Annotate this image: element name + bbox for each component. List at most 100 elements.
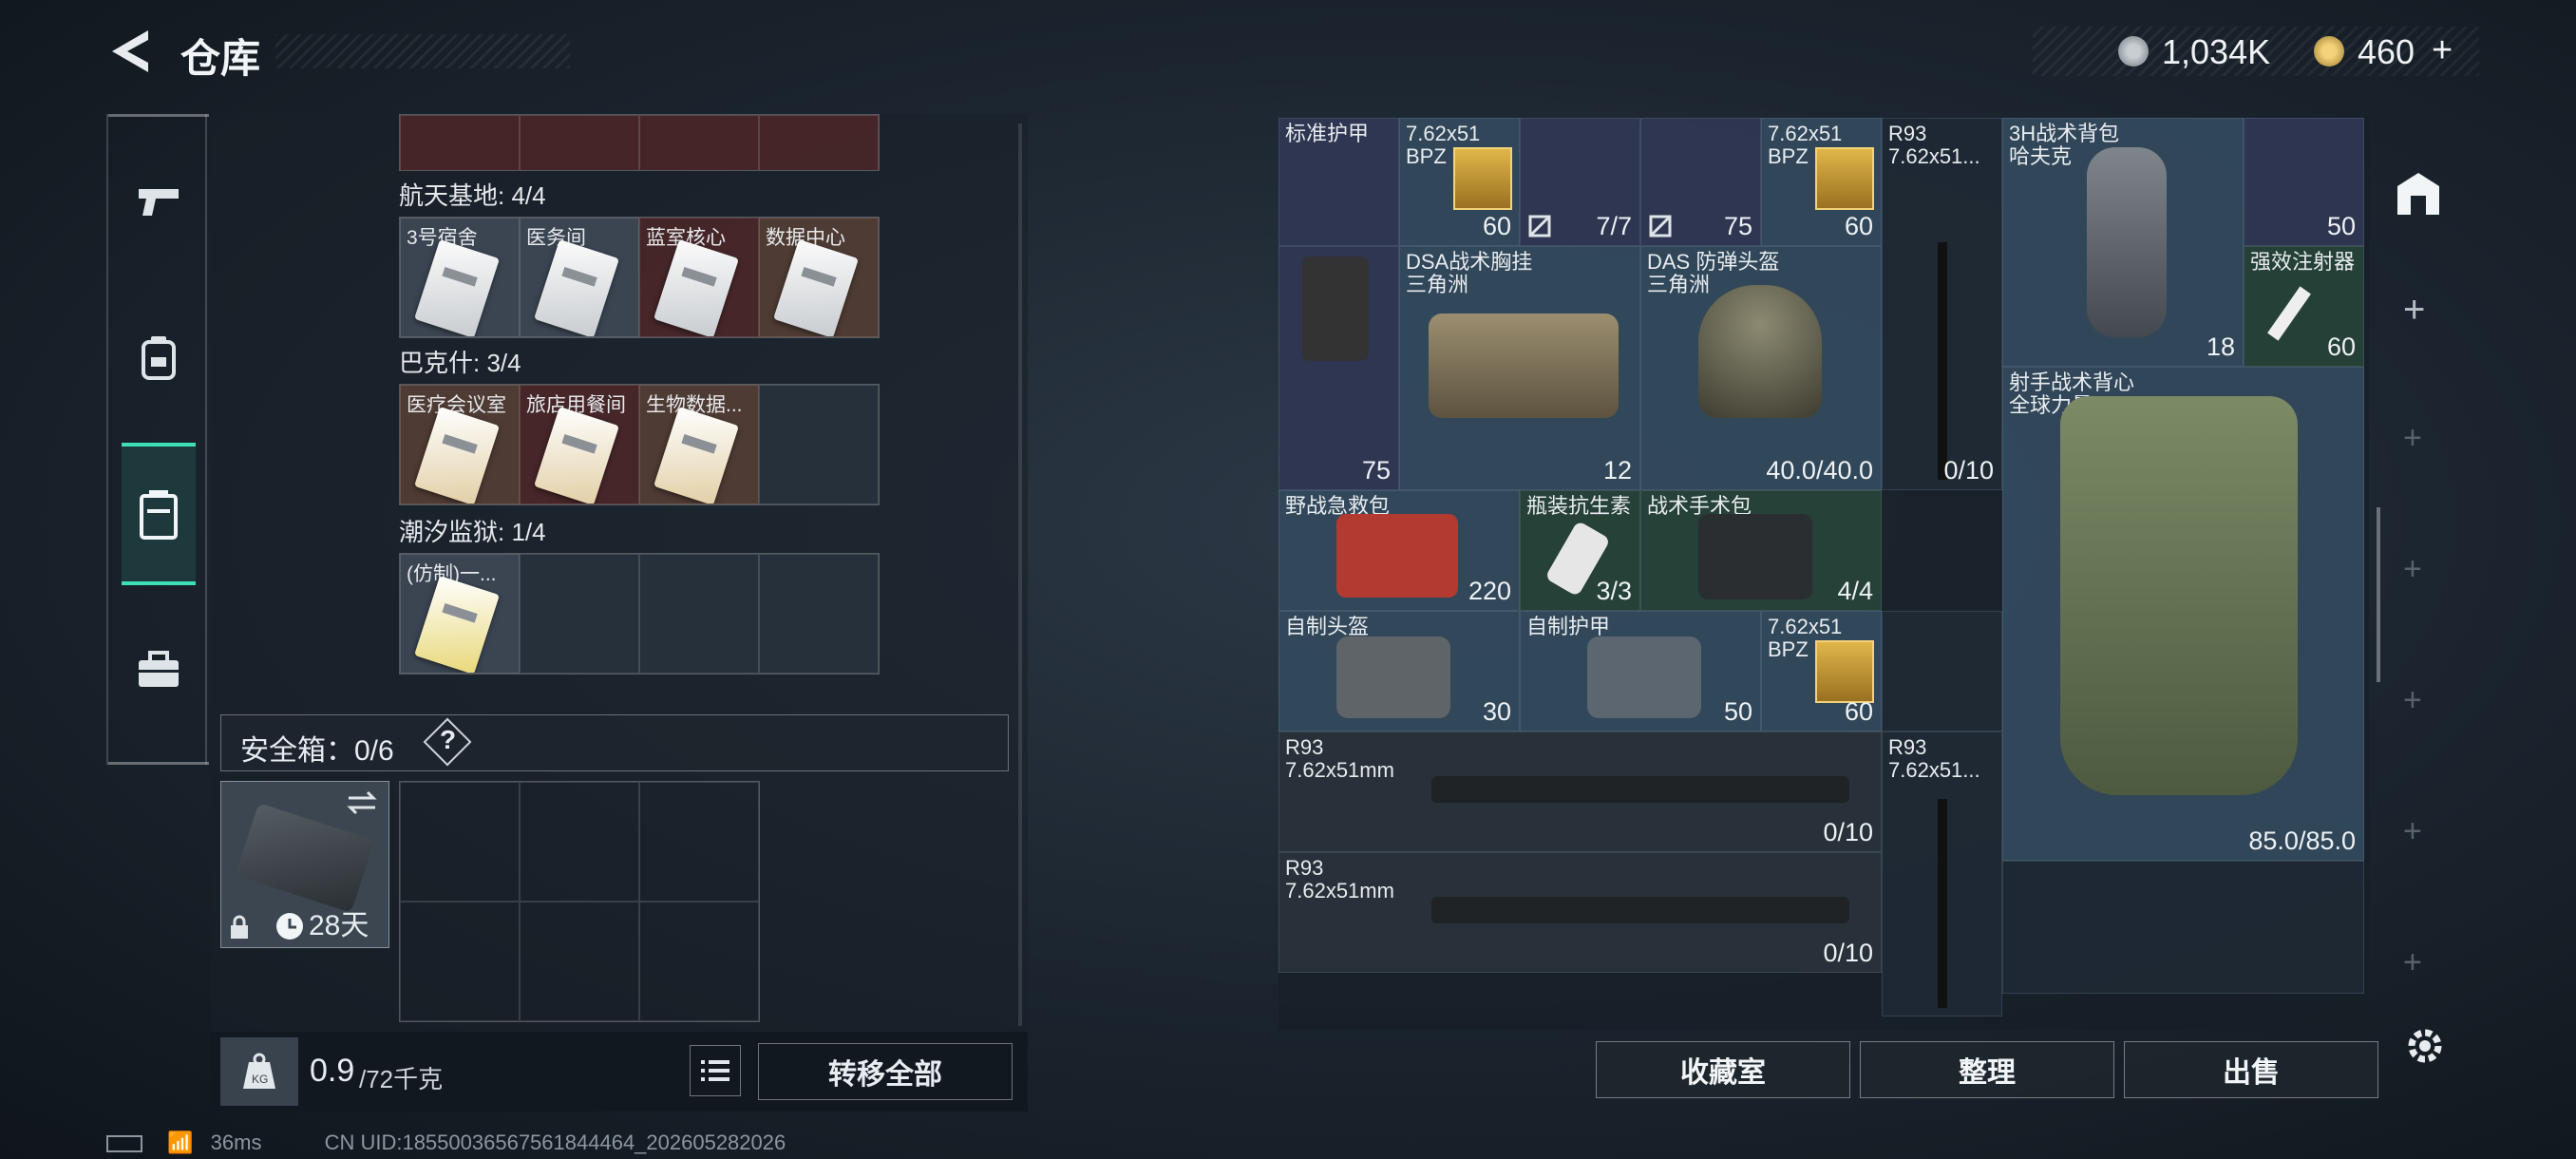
item-rifle-vertical[interactable]: R93 7.62x51... 0/10 xyxy=(1882,118,2002,490)
back-arrow-icon[interactable] xyxy=(106,27,154,76)
sidebar-item-weapon[interactable] xyxy=(122,131,196,274)
storage-box-icon xyxy=(140,490,178,540)
backpack-icon xyxy=(142,336,176,380)
status-bar: 📶 36ms CN UID:18550036567561844464_20260… xyxy=(106,1130,786,1155)
item-helmet[interactable]: DAS 防弹头盔 三角洲 40.0/40.0 xyxy=(1640,246,1882,490)
currency-bar: 1,034K 460 + xyxy=(2033,27,2479,76)
key-card[interactable]: 数据中心 xyxy=(759,218,879,337)
sidebar xyxy=(106,114,209,765)
add-container-button[interactable]: + xyxy=(2403,289,2425,332)
key-card[interactable]: 蓝室核心 xyxy=(639,218,759,337)
empty-slot[interactable] xyxy=(759,385,879,504)
right-scrollbar[interactable] xyxy=(2377,507,2380,682)
list-item[interactable] xyxy=(400,115,520,170)
item-r93-rifle[interactable]: R93 7.62x51mm 0/10 xyxy=(1279,852,1882,973)
item-vest[interactable]: 射手战术背心 全球力量 85.0/85.0 xyxy=(2002,367,2364,861)
surgery-kit-icon xyxy=(1698,514,1812,599)
chest-rig-icon xyxy=(1429,314,1619,418)
empty-slot[interactable] xyxy=(759,554,879,674)
item-slot[interactable]: 50 xyxy=(2244,118,2364,246)
safebox-case xyxy=(235,803,375,913)
vest-icon xyxy=(2060,396,2298,795)
empty-slot[interactable] xyxy=(639,782,759,902)
item-firstaid[interactable]: 野战急救包 220 xyxy=(1279,490,1520,611)
item-ammo[interactable]: 7.62x51 BPZ 60 xyxy=(1761,611,1882,732)
item-slot[interactable]: 7/7 xyxy=(1520,118,1640,246)
key-card[interactable]: 医疗会议室 xyxy=(400,385,520,504)
add-container-button[interactable]: + xyxy=(2403,944,2422,981)
add-container-button[interactable]: + xyxy=(2403,551,2422,588)
rifle-icon xyxy=(1431,897,1849,923)
item-surgery-kit[interactable]: 战术手术包 4/4 xyxy=(1640,490,1882,611)
weight-bar: KG 0.9 /72千克 转移全部 xyxy=(211,1032,1028,1112)
item-r93-rifle[interactable]: R93 7.62x51mm 0/10 xyxy=(1279,732,1882,852)
sell-button[interactable]: 出售 xyxy=(2124,1041,2378,1098)
item-ammo[interactable]: 7.62x51 BPZ 60 xyxy=(1399,118,1520,246)
safebox-days: 28天 xyxy=(309,910,369,941)
swap-icon[interactable] xyxy=(345,789,379,816)
gear-icon[interactable] xyxy=(2403,1024,2447,1068)
rifle-icon xyxy=(1938,242,1947,480)
item-diy-armor[interactable]: 自制护甲 50 xyxy=(1520,611,1761,732)
empty-slot[interactable] xyxy=(400,782,520,902)
item-ammo[interactable]: 7.62x51 BPZ 60 xyxy=(1761,118,1882,246)
help-text: ? xyxy=(440,725,457,754)
weight-icon-box: KG xyxy=(220,1037,298,1106)
item-gadget[interactable]: 75 xyxy=(1279,246,1399,490)
right-toolbar: + + + + + + xyxy=(2384,118,2464,1030)
empty-slot[interactable] xyxy=(639,902,759,1021)
rifle-icon xyxy=(1938,799,1947,1008)
diy-helmet-icon xyxy=(1336,636,1450,718)
battery-icon xyxy=(106,1135,142,1153)
item-injector[interactable]: 强效注射器 60 xyxy=(2244,246,2364,367)
item-r93-vertical[interactable]: R93 7.62x51... xyxy=(1882,732,2002,1016)
sidebar-item-backpack[interactable] xyxy=(122,287,196,429)
key-card[interactable]: (仿制)一... xyxy=(400,554,520,674)
empty-slot[interactable] xyxy=(400,902,520,1021)
empty-slot[interactable] xyxy=(2002,861,2364,994)
add-container-button[interactable]: + xyxy=(2403,682,2422,719)
add-currency-button[interactable]: + xyxy=(2432,30,2453,71)
safebox-label: 安全箱：0/6 xyxy=(240,735,394,767)
add-container-button[interactable]: + xyxy=(2403,420,2422,457)
key-card[interactable]: 医务间 xyxy=(520,218,639,337)
key-grid: 医疗会议室 旅店用餐间 生物数据... xyxy=(399,384,880,505)
item-antibiotic[interactable]: 瓶装抗生素 3/3 xyxy=(1520,490,1640,611)
key-card[interactable]: 3号宿舍 xyxy=(400,218,520,337)
item-slot[interactable] xyxy=(1882,611,2002,732)
list-view-button[interactable] xyxy=(690,1045,741,1096)
key-grid: (仿制)一... xyxy=(399,553,880,674)
item-diy-helmet[interactable]: 自制头盔 30 xyxy=(1279,611,1520,732)
transfer-all-button[interactable]: 转移全部 xyxy=(758,1043,1013,1100)
backpack-item-icon xyxy=(2087,147,2167,337)
silver-coin-icon xyxy=(2118,36,2149,66)
empty-slot[interactable] xyxy=(520,554,639,674)
section-title: 巴克什: 3/4 xyxy=(399,349,521,377)
weight-value: 0.9 xyxy=(310,1053,355,1089)
item-armor[interactable]: 标准护甲 xyxy=(1279,118,1399,246)
gold-coin-icon xyxy=(2314,36,2344,66)
list-item[interactable] xyxy=(520,115,639,170)
add-container-button[interactable]: + xyxy=(2403,813,2422,850)
empty-slot[interactable] xyxy=(639,554,759,674)
currency-silver: 1,034K xyxy=(2162,32,2271,71)
collection-room-button[interactable]: 收藏室 xyxy=(1596,1041,1850,1098)
sidebar-item-toolbox[interactable] xyxy=(122,598,196,741)
key-card[interactable]: 旅店用餐间 xyxy=(520,385,639,504)
container-filter-button[interactable] xyxy=(2384,165,2449,222)
firstaid-icon xyxy=(1336,514,1458,598)
list-item[interactable] xyxy=(759,115,879,170)
sidebar-item-storage[interactable] xyxy=(122,443,196,585)
sort-button[interactable]: 整理 xyxy=(1860,1041,2114,1098)
empty-slot[interactable] xyxy=(520,902,639,1021)
list-item[interactable] xyxy=(639,115,759,170)
left-scrollbar[interactable] xyxy=(1018,124,1022,1026)
empty-slot[interactable] xyxy=(520,782,639,902)
safebox-item[interactable]: 28天 xyxy=(220,781,389,948)
item-chest-rig[interactable]: DSA战术胸挂 三角洲 12 xyxy=(1399,246,1640,490)
item-backpack[interactable]: 3H战术背包 哈夫克 18 xyxy=(2002,118,2244,367)
ammo-box-icon xyxy=(1453,147,1512,210)
gadget-icon xyxy=(1302,256,1369,361)
key-card[interactable]: 生物数据... xyxy=(639,385,759,504)
item-slot[interactable]: 75 xyxy=(1640,118,1761,246)
